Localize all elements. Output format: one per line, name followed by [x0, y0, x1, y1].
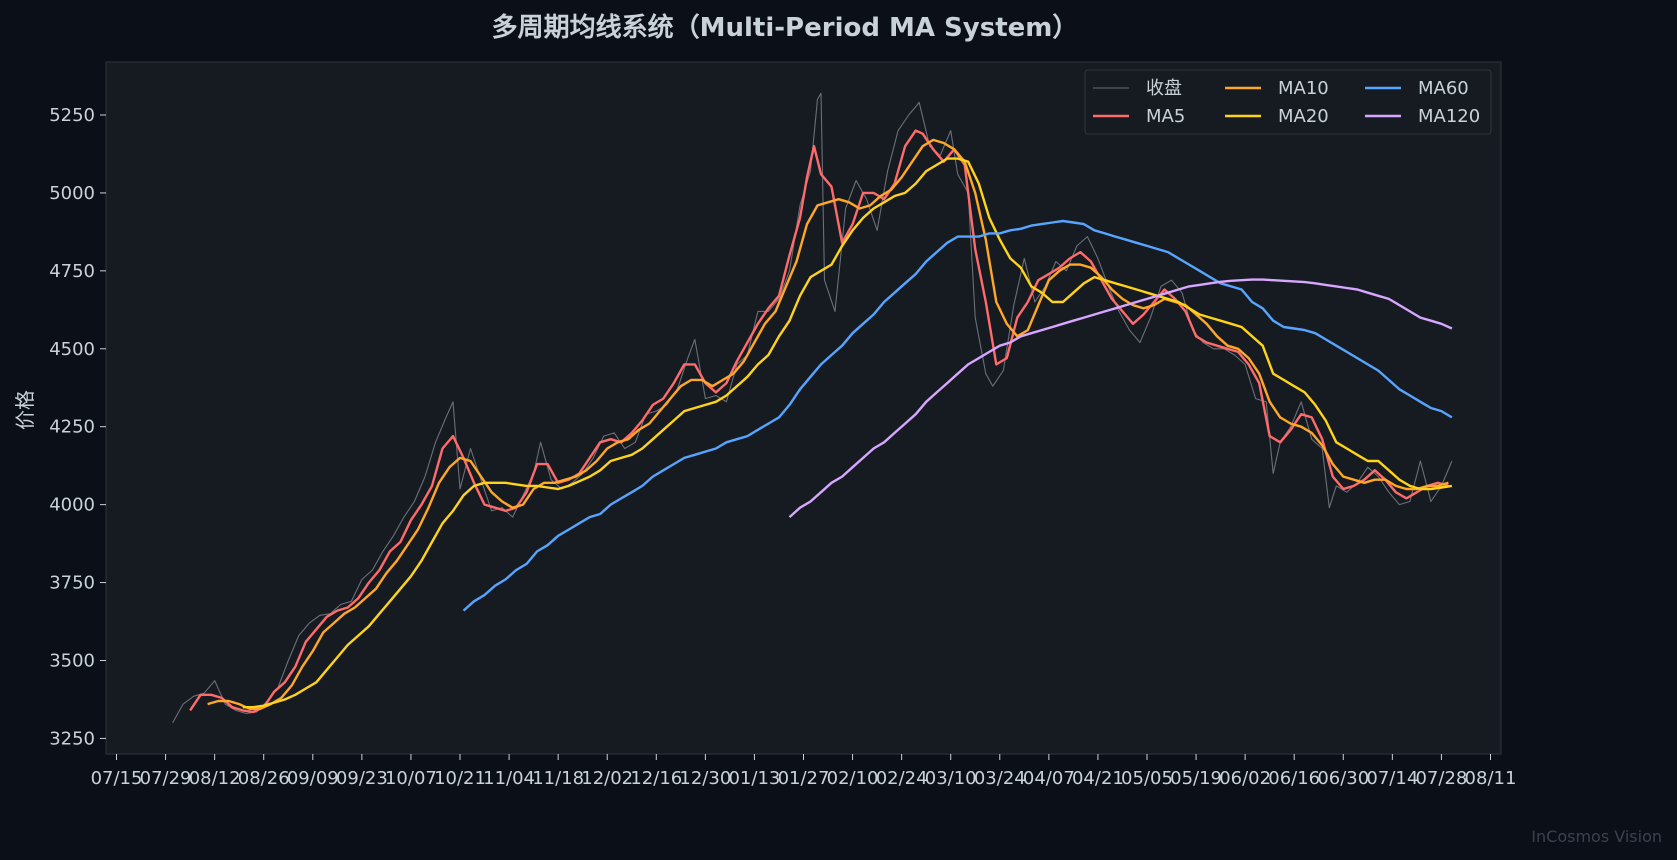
x-tick-label: 07/15: [91, 768, 143, 789]
y-tick-label: 4500: [49, 339, 95, 360]
watermark: InCosmos Vision: [1531, 827, 1662, 846]
x-tick-label: 12/16: [630, 768, 682, 789]
x-tick-label: 01/27: [778, 768, 830, 789]
x-tick-label: 11/18: [532, 768, 584, 789]
legend-label: MA10: [1278, 78, 1329, 99]
y-tick-label: 5000: [49, 183, 95, 204]
x-tick-label: 07/28: [1415, 768, 1467, 789]
legend-label: MA60: [1418, 78, 1469, 99]
x-tick-label: 07/14: [1366, 768, 1418, 789]
legend-label: 收盘: [1146, 78, 1182, 99]
x-tick-label: 04/21: [1072, 768, 1124, 789]
y-tick-label: 4250: [49, 417, 95, 438]
x-tick-label: 10/07: [385, 768, 437, 789]
x-tick-label: 11/04: [483, 768, 535, 789]
x-tick-label: 04/07: [1023, 768, 1075, 789]
x-tick-label: 10/21: [434, 768, 486, 789]
x-tick-label: 06/16: [1268, 768, 1320, 789]
x-tick-label: 12/02: [581, 768, 633, 789]
x-tick-label: 01/13: [728, 768, 780, 789]
y-axis-label: 价格: [13, 390, 37, 430]
x-tick-label: 08/11: [1465, 768, 1517, 789]
chart-title: 多周期均线系统（Multi-Period MA System）: [492, 12, 1079, 43]
legend-label: MA5: [1146, 106, 1185, 127]
x-tick-label: 02/10: [827, 768, 879, 789]
y-tick-label: 3500: [49, 650, 95, 671]
y-tick-label: 3750: [49, 573, 95, 594]
x-tick-label: 05/19: [1170, 768, 1222, 789]
x-tick-label: 08/26: [238, 768, 290, 789]
y-tick-label: 4750: [49, 261, 95, 282]
x-tick-label: 02/24: [876, 768, 928, 789]
plot-area: [105, 61, 1502, 755]
y-tick-label: 3250: [49, 728, 95, 749]
x-axis: 07/1507/2908/1208/2609/0909/2310/0710/21…: [91, 754, 1517, 789]
x-tick-label: 12/30: [679, 768, 731, 789]
y-axis: 3250 3500 3750 4000 4250 4500 4750 5000 5250: [49, 105, 106, 749]
x-tick-label: 06/02: [1219, 768, 1271, 789]
x-tick-label: 03/24: [974, 768, 1026, 789]
ma-chart: 多周期均线系统（Multi-Period MA System） 价格 32503…: [13, 12, 1662, 846]
x-tick-label: 07/29: [140, 768, 192, 789]
y-tick-label: 4000: [49, 495, 95, 516]
legend-label: MA120: [1418, 106, 1480, 127]
x-tick-label: 05/05: [1121, 768, 1173, 789]
legend: 收盘 MA5 MA10 MA20 MA60 MA120: [1084, 69, 1492, 135]
x-tick-label: 06/30: [1317, 768, 1369, 789]
x-tick-label: 09/23: [336, 768, 388, 789]
y-tick-label: 5250: [49, 105, 95, 126]
x-tick-label: 09/09: [287, 768, 339, 789]
x-tick-label: 08/12: [189, 768, 241, 789]
x-tick-label: 03/10: [925, 768, 977, 789]
legend-label: MA20: [1278, 106, 1329, 127]
